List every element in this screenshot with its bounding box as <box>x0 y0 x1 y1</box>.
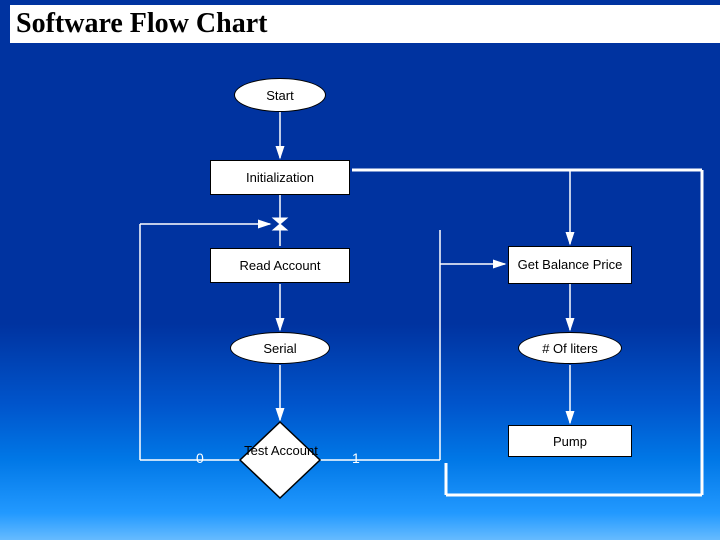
of-liters-node: # Of liters <box>518 332 622 364</box>
page-title: Software Flow Chart <box>10 5 720 43</box>
start-node: Start <box>234 78 326 112</box>
test-account-node: Test Account <box>241 443 321 458</box>
get-balance-node: Get Balance Price <box>508 246 632 284</box>
initialization-node: Initialization <box>210 160 350 195</box>
serial-node: Serial <box>230 332 330 364</box>
edge-label-1: 1 <box>352 450 360 466</box>
test-account-label: Test Account <box>244 443 318 458</box>
pump-node: Pump <box>508 425 632 457</box>
read-account-node: Read Account <box>210 248 350 283</box>
edge-label-0: 0 <box>196 450 204 466</box>
